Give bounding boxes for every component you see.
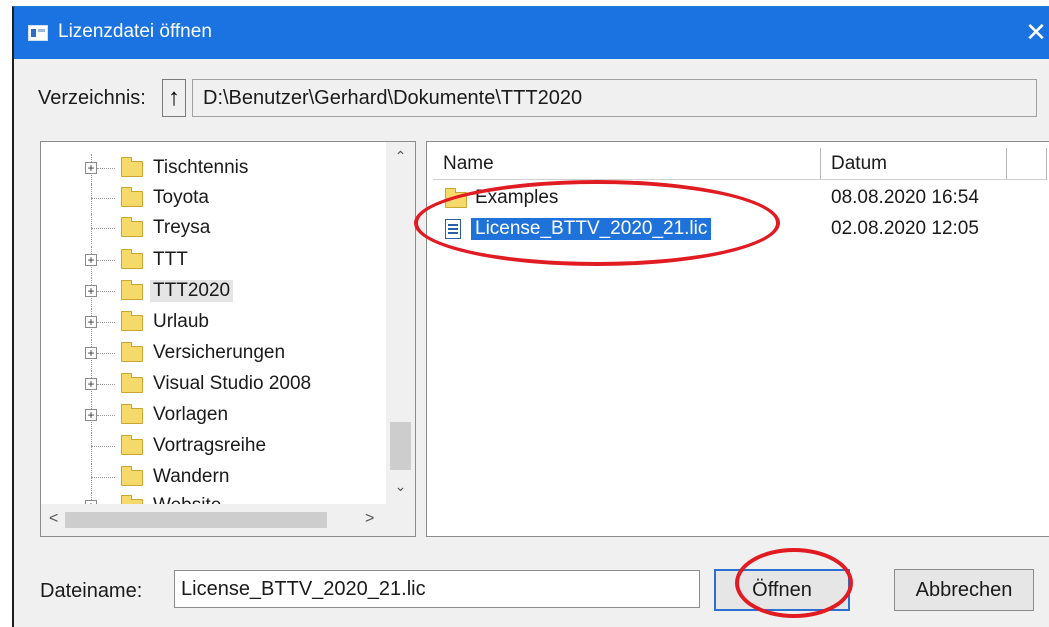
file-name: License_BTTV_2020_21.lic bbox=[469, 217, 713, 241]
folder-icon bbox=[121, 280, 143, 300]
tree-item-visual-studio-2008[interactable]: + Visual Studio 2008 bbox=[41, 370, 386, 400]
tree-item-label: TTT bbox=[153, 249, 188, 270]
directory-label: Verzeichnis: bbox=[38, 87, 146, 109]
tree-horizontal-scrollbar[interactable]: < > bbox=[41, 504, 386, 536]
scroll-left-icon[interactable]: < bbox=[49, 510, 58, 528]
cancel-button[interactable]: Abbrechen bbox=[894, 569, 1034, 611]
up-folder-button[interactable]: ↑ bbox=[162, 79, 186, 117]
expand-icon[interactable]: + bbox=[85, 347, 97, 359]
tree-item-treysa[interactable]: Treysa bbox=[41, 214, 386, 244]
column-header-date[interactable]: Datum bbox=[821, 148, 1007, 180]
tree-item-label: Wandern bbox=[153, 466, 230, 487]
open-license-dialog: Lizenzdatei öffnen ✕ Verzeichnis: ↑ D:\B… bbox=[12, 6, 1049, 627]
scroll-thumb[interactable] bbox=[65, 512, 327, 528]
folder-tree[interactable]: + Tischtennis Toyota Treysa + TTT + TTT2… bbox=[40, 141, 416, 537]
tree-item-label: Versicherungen bbox=[153, 342, 286, 363]
tree-item-ttt2020[interactable]: + TTT2020 bbox=[41, 277, 386, 307]
tree-item-vortragsreihe[interactable]: Vortragsreihe bbox=[41, 432, 386, 462]
tree-item-label: Vortragsreihe bbox=[153, 435, 267, 456]
column-header-name[interactable]: Name bbox=[433, 148, 821, 180]
file-row-examples[interactable]: Examples 08.08.2020 16:54 bbox=[427, 184, 1047, 214]
file-name: Examples bbox=[475, 187, 559, 208]
folder-icon bbox=[121, 187, 143, 207]
folder-icon bbox=[121, 404, 143, 424]
folder-icon bbox=[121, 342, 143, 362]
open-button[interactable]: Öffnen bbox=[714, 569, 850, 611]
tree-item-toyota[interactable]: Toyota bbox=[41, 184, 386, 214]
filename-label: Dateiname: bbox=[40, 580, 143, 602]
scroll-thumb[interactable] bbox=[390, 422, 411, 470]
folder-icon bbox=[121, 249, 143, 269]
tree-item-urlaub[interactable]: + Urlaub bbox=[41, 308, 386, 338]
document-icon bbox=[445, 219, 461, 239]
scroll-down-icon[interactable]: ⌄ bbox=[386, 478, 415, 495]
folder-icon bbox=[445, 188, 467, 208]
file-date: 08.08.2020 16:54 bbox=[831, 187, 979, 208]
tree-vertical-scrollbar[interactable]: ⌃ ⌄ bbox=[386, 142, 415, 504]
filename-input[interactable]: License_BTTV_2020_21.lic bbox=[174, 570, 700, 608]
folder-icon bbox=[121, 157, 143, 177]
tree-item-label: Toyota bbox=[153, 187, 209, 208]
folder-icon bbox=[121, 435, 143, 455]
app-icon bbox=[28, 25, 48, 41]
scroll-up-icon[interactable]: ⌃ bbox=[386, 148, 415, 165]
expand-icon[interactable]: + bbox=[85, 316, 97, 328]
folder-icon bbox=[121, 373, 143, 393]
tree-item-wandern[interactable]: Wandern bbox=[41, 463, 386, 493]
tree-item-label: Vorlagen bbox=[153, 404, 229, 425]
tree-item-label: Treysa bbox=[153, 217, 211, 238]
expand-icon[interactable]: + bbox=[85, 409, 97, 421]
scroll-right-icon[interactable]: > bbox=[365, 510, 374, 528]
folder-icon bbox=[121, 311, 143, 331]
tree-item-label: Tischtennis bbox=[153, 157, 249, 178]
tree-item-label: TTT2020 bbox=[150, 280, 234, 302]
expand-icon[interactable]: + bbox=[85, 378, 97, 390]
folder-icon bbox=[121, 466, 143, 486]
tree-item-versicherungen[interactable]: + Versicherungen bbox=[41, 339, 386, 369]
tree-item-vorlagen[interactable]: + Vorlagen bbox=[41, 401, 386, 431]
tree-item-label: Website bbox=[153, 495, 221, 504]
window-title: Lizenzdatei öffnen bbox=[58, 21, 212, 42]
title-bar: Lizenzdatei öffnen ✕ bbox=[14, 7, 1049, 59]
expand-icon[interactable]: + bbox=[85, 285, 97, 297]
tree-item-tischtennis[interactable]: + Tischtennis bbox=[41, 154, 386, 184]
scroll-corner bbox=[386, 504, 415, 536]
file-list[interactable]: Name Datum Examples 08.08.2020 16:54 Lic… bbox=[426, 141, 1049, 537]
expand-icon[interactable]: + bbox=[85, 162, 97, 174]
file-row-license[interactable]: License_BTTV_2020_21.lic 02.08.2020 12:0… bbox=[427, 215, 1047, 245]
directory-path-field[interactable]: D:\Benutzer\Gerhard\Dokumente\TTT2020 bbox=[192, 79, 1037, 117]
column-header-extra[interactable] bbox=[1007, 148, 1047, 180]
close-icon[interactable]: ✕ bbox=[1023, 19, 1049, 45]
tree-item-ttt[interactable]: + TTT bbox=[41, 246, 386, 276]
tree-item-website[interactable]: + Website bbox=[41, 492, 386, 504]
file-date: 02.08.2020 12:05 bbox=[831, 218, 979, 239]
folder-icon bbox=[121, 217, 143, 237]
tree-item-label: Visual Studio 2008 bbox=[153, 373, 312, 394]
expand-icon[interactable]: + bbox=[85, 254, 97, 266]
tree-item-label: Urlaub bbox=[153, 311, 209, 332]
